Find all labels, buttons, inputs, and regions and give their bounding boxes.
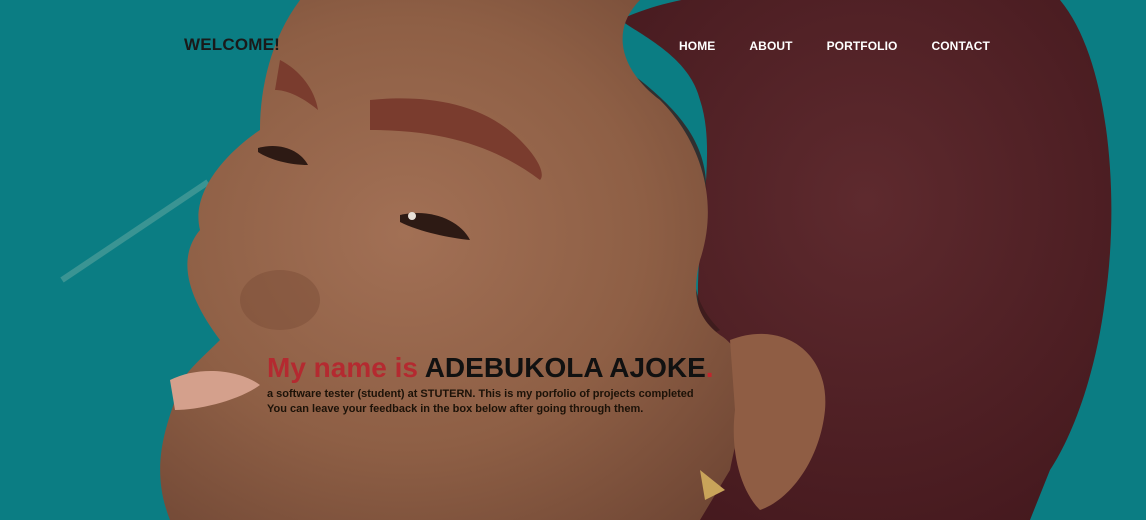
- headline-name: ADEBUKOLA AJOKE: [424, 351, 706, 383]
- main-nav: HOME ABOUT PORTFOLIO CONTACT: [679, 39, 990, 53]
- headline-dot: .: [705, 351, 714, 383]
- nav-about[interactable]: ABOUT: [749, 39, 792, 53]
- hero-headline: My name is ADEBUKOLA AJOKE.: [267, 352, 714, 384]
- intro-line-2: You can leave your feedback in the box b…: [267, 402, 644, 415]
- headline-lead: My name is: [267, 351, 418, 383]
- site-brand[interactable]: WELCOME!: [184, 35, 280, 55]
- hero-intro: a software tester (student) at STUTERN. …: [267, 387, 727, 416]
- hero-background-portrait: [0, 0, 1146, 520]
- portrait-illustration: [0, 0, 1146, 520]
- nav-home[interactable]: HOME: [679, 39, 715, 53]
- nav-contact[interactable]: CONTACT: [931, 39, 989, 53]
- nav-portfolio[interactable]: PORTFOLIO: [827, 39, 898, 53]
- intro-line-1: a software tester (student) at STUTERN. …: [267, 388, 694, 400]
